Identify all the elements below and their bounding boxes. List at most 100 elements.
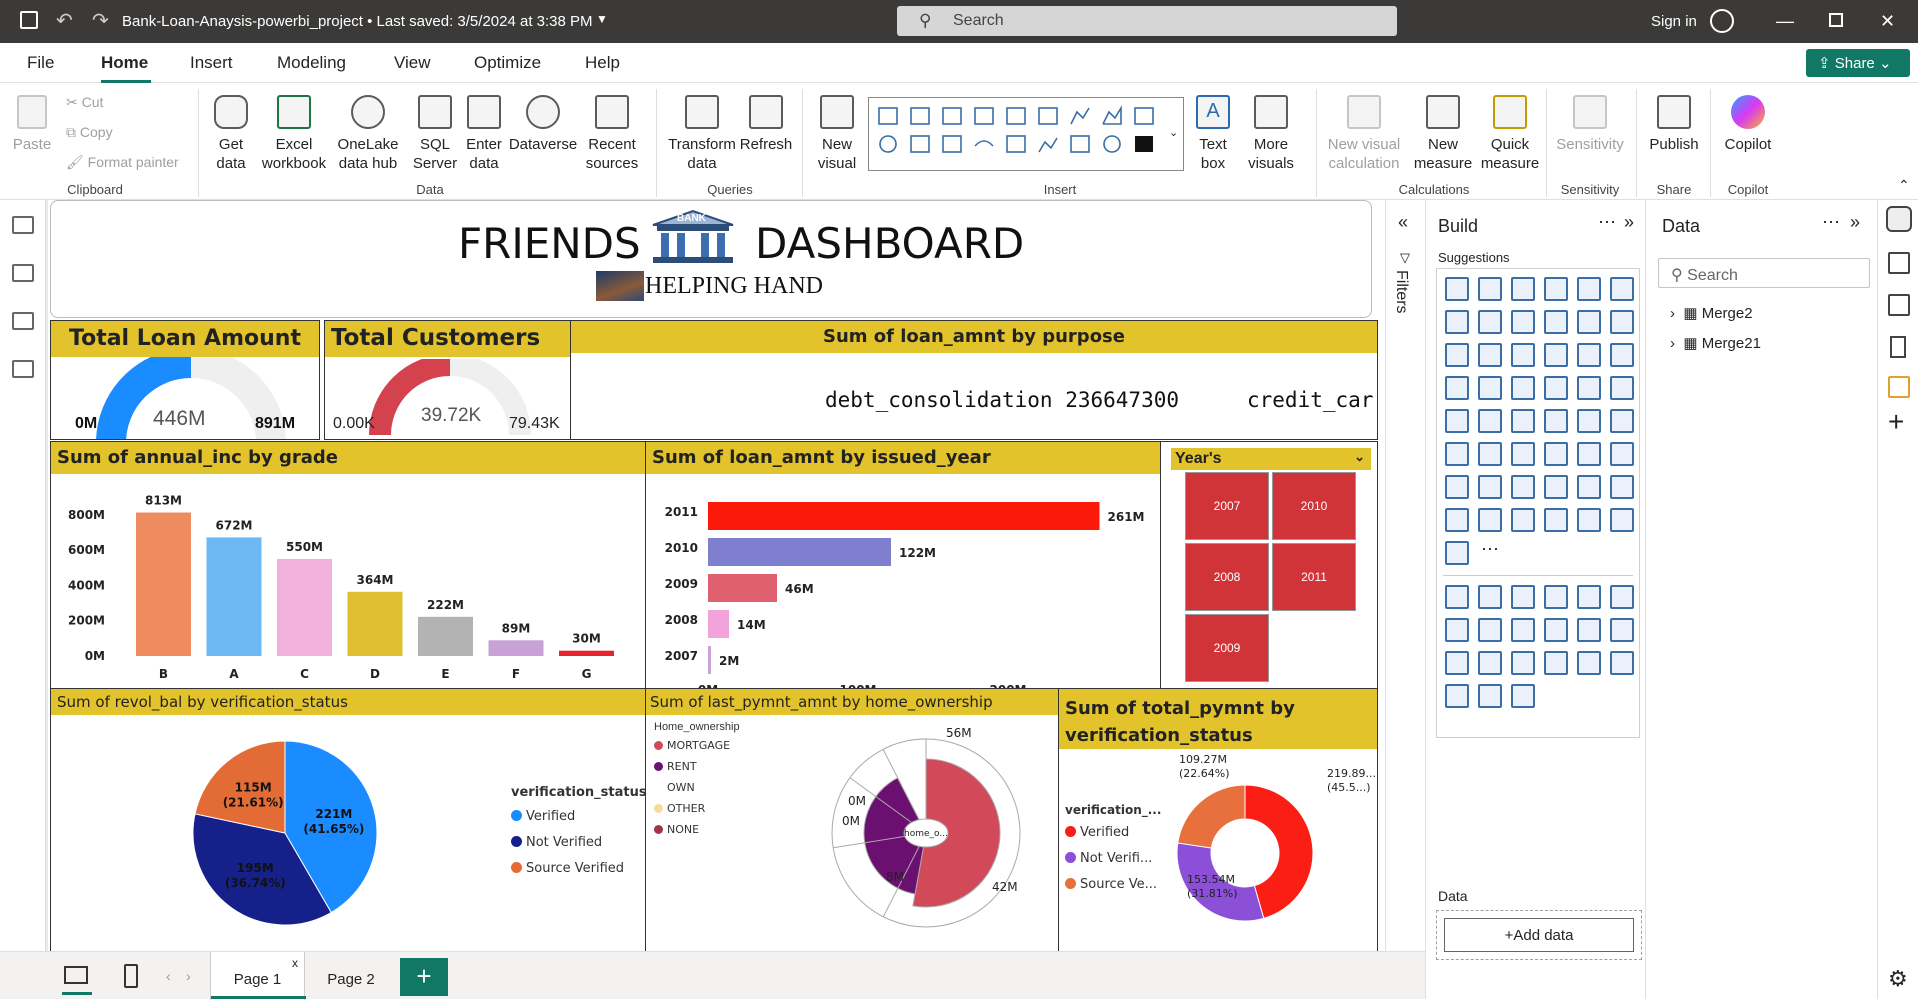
close-page-icon[interactable]: x [292, 956, 298, 970]
visual-type-icon[interactable] [1511, 277, 1535, 301]
slicer-header[interactable]: Year's ⌄ [1171, 448, 1371, 470]
custom-visual-icon[interactable] [1577, 618, 1601, 642]
custom-visual-icon[interactable] [1577, 585, 1601, 609]
publish-button[interactable]: Publish [1644, 95, 1704, 154]
custom-visual-icon[interactable] [1445, 684, 1469, 708]
expand-filters-icon[interactable]: « [1398, 212, 1408, 233]
refresh-button[interactable]: Refresh [736, 95, 796, 154]
slicer-tile[interactable]: 2010 [1272, 472, 1356, 540]
custom-visual-icon[interactable] [1478, 618, 1502, 642]
menu-modeling[interactable]: Modeling [277, 53, 346, 73]
visual-type-icon[interactable] [1544, 310, 1568, 334]
visual-type-icon[interactable] [1511, 442, 1535, 466]
slicer-tile[interactable]: 2011 [1272, 543, 1356, 611]
visual-type-icon[interactable] [1478, 277, 1502, 301]
visual-type-icon[interactable] [1511, 376, 1535, 400]
visual-type-icon[interactable] [1445, 442, 1469, 466]
visual-type-icon[interactable] [1478, 343, 1502, 367]
filters-pane[interactable]: « ▽ Filters [1385, 200, 1425, 951]
visual-type-icon[interactable] [1511, 310, 1535, 334]
add-pane-icon[interactable]: + [1888, 406, 1904, 438]
visual-type-icon[interactable] [1478, 376, 1502, 400]
visual-type-icon[interactable] [1445, 310, 1469, 334]
new-visual-calculation-button[interactable]: New visual calculation [1322, 95, 1406, 173]
custom-visual-icon[interactable] [1544, 585, 1568, 609]
add-data-button[interactable]: +Add data [1444, 918, 1634, 952]
visual-type-icon[interactable] [1478, 310, 1502, 334]
visual-gallery[interactable]: ⌄ [868, 97, 1184, 171]
visual-type-icon[interactable] [1511, 475, 1535, 499]
copy-button[interactable]: ⧉ Copy [66, 123, 113, 142]
undo-icon[interactable]: ↶ [56, 8, 73, 33]
sign-in-link[interactable]: Sign in [1651, 13, 1697, 30]
recent-sources-button[interactable]: Recent sources [580, 95, 644, 173]
visual-type-icon[interactable] [1610, 376, 1634, 400]
visual-type-icon[interactable] [1445, 343, 1469, 367]
more-visual-types-icon[interactable]: ⋯ [1481, 539, 1499, 560]
custom-visual-icon[interactable] [1478, 651, 1502, 675]
custom-visual-icon[interactable] [1544, 651, 1568, 675]
visual-type-icon[interactable] [1478, 442, 1502, 466]
quick-measure-button[interactable]: Quick measure [1478, 95, 1542, 173]
close-icon[interactable]: ✕ [1880, 11, 1895, 32]
visual-type-icon[interactable] [1577, 508, 1601, 532]
menu-file[interactable]: File [27, 53, 54, 73]
custom-visual-icon[interactable] [1544, 618, 1568, 642]
custom-visual-icon[interactable] [1610, 585, 1634, 609]
prev-page-icon[interactable]: ‹ [166, 968, 171, 984]
visual-type-icon[interactable] [1445, 508, 1469, 532]
visual-type-icon[interactable] [1445, 376, 1469, 400]
year-slicer[interactable]: Year's ⌄ 2007 2010 2008 2011 2009 [1160, 441, 1378, 689]
report-view-icon[interactable] [12, 216, 34, 234]
total-loan-card[interactable]: Total Loan Amount 0M 446M 891M [50, 320, 320, 440]
visual-type-icon[interactable] [1445, 475, 1469, 499]
custom-visual-icon[interactable] [1478, 585, 1502, 609]
format-painter-button[interactable]: 🖌 Format painter [66, 153, 179, 172]
get-data-button[interactable]: Get data [206, 95, 256, 173]
more-visuals-button[interactable]: More visuals [1240, 95, 1302, 173]
menu-view[interactable]: View [394, 53, 431, 73]
maximize-icon[interactable] [1829, 13, 1843, 27]
visual-type-icon[interactable] [1511, 508, 1535, 532]
issued-year-card[interactable]: Sum of loan_amnt by issued_year 2011 261M… [645, 441, 1161, 689]
visual-type-icon[interactable] [1610, 343, 1634, 367]
menu-help[interactable]: Help [585, 53, 620, 73]
new-visual-button[interactable]: New visual [812, 95, 862, 173]
sensitivity-button[interactable]: Sensitivity [1552, 95, 1628, 154]
visual-type-icon[interactable] [1511, 343, 1535, 367]
visual-type-icon[interactable] [1610, 508, 1634, 532]
table-merge21[interactable]: › ▦ Merge21 [1670, 334, 1761, 352]
tab-page-1[interactable]: Page 1 x [210, 952, 306, 1000]
menu-insert[interactable]: Insert [190, 53, 233, 73]
menu-optimize[interactable]: Optimize [474, 53, 541, 73]
next-page-icon[interactable]: › [186, 968, 191, 984]
sql-server-button[interactable]: SQL Server [410, 95, 460, 173]
visual-type-icon[interactable] [1445, 409, 1469, 433]
home-ownership-card[interactable]: Sum of last_pymnt_amnt by home_ownership… [645, 688, 1059, 952]
custom-visual-icon[interactable] [1511, 618, 1535, 642]
copilot-button[interactable]: Copilot [1718, 95, 1778, 154]
tab-page-2[interactable]: Page 2 [306, 952, 396, 1000]
share-button[interactable]: ⇪ Share ⌄ [1806, 49, 1910, 77]
new-measure-button[interactable]: New measure [1410, 95, 1476, 173]
desktop-layout-icon[interactable] [64, 966, 88, 984]
onelake-button[interactable]: OneLake data hub [332, 95, 404, 173]
bookmark-icon[interactable] [1890, 336, 1906, 358]
collapse-build-icon[interactable]: » [1624, 212, 1634, 233]
visual-type-icon[interactable] [1544, 409, 1568, 433]
total-customers-card[interactable]: Total Customers 0.00K 39.72K 79.43K [324, 320, 572, 440]
model-view-icon[interactable] [12, 312, 34, 330]
visual-type-icon[interactable] [1610, 442, 1634, 466]
visual-type-icon[interactable] [1610, 475, 1634, 499]
custom-visual-icon[interactable] [1478, 684, 1502, 708]
minimize-icon[interactable]: — [1776, 11, 1794, 32]
transform-data-button[interactable]: Transform data [664, 95, 740, 173]
visual-type-icon[interactable] [1577, 442, 1601, 466]
title-dropdown-icon[interactable]: ▼ [596, 12, 608, 26]
visual-type-icon[interactable] [1478, 508, 1502, 532]
slicer-tile[interactable]: 2007 [1185, 472, 1269, 540]
gallery-expand-icon[interactable]: ⌄ [1169, 126, 1178, 139]
custom-visual-icon[interactable] [1445, 618, 1469, 642]
collapse-data-icon[interactable]: » [1850, 212, 1860, 233]
slicer-tile[interactable]: 2009 [1185, 614, 1269, 682]
